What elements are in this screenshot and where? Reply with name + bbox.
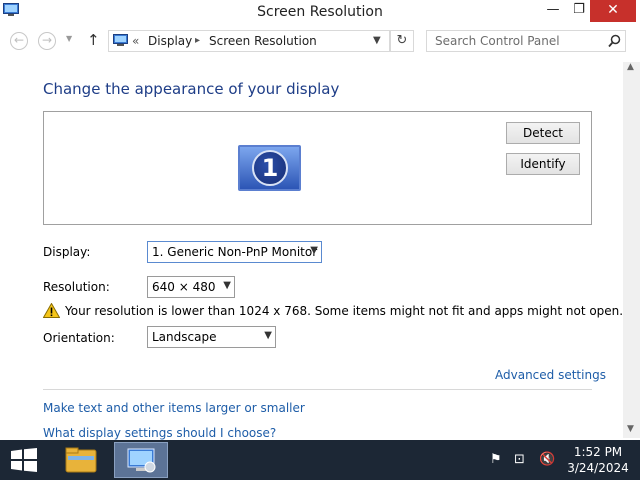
back-arrow-icon[interactable]: ← xyxy=(10,32,28,50)
control-panel-icon xyxy=(127,448,156,473)
recent-locations-icon[interactable]: ▼ xyxy=(66,34,72,43)
navigation-bar: ← → ▼ ↑ « Display ▸ Screen Resolution ▼ … xyxy=(0,28,640,54)
advanced-settings-link[interactable]: Advanced settings xyxy=(495,368,606,382)
display-help-link[interactable]: What display settings should I choose? xyxy=(43,426,276,440)
divider xyxy=(43,389,592,390)
minimize-button[interactable]: — xyxy=(540,0,566,22)
file-explorer-taskbar-button[interactable] xyxy=(54,442,108,478)
volume-muted-icon[interactable]: 🔇 xyxy=(539,452,555,467)
scroll-down-icon[interactable]: ▼ xyxy=(627,424,634,434)
start-button-icon[interactable] xyxy=(10,448,38,472)
identify-button[interactable]: Identify xyxy=(506,153,580,175)
forward-arrow-icon[interactable]: → xyxy=(38,32,56,50)
search-input[interactable]: Search Control Panel xyxy=(435,34,560,48)
chevron-down-icon: ▼ xyxy=(223,280,231,291)
scroll-up-icon[interactable]: ▲ xyxy=(627,62,634,72)
refresh-icon[interactable]: ↻ xyxy=(390,30,414,52)
display-select-value: 1. Generic Non-PnP Monitor xyxy=(152,245,318,259)
chevron-down-icon: ▼ xyxy=(264,330,272,341)
title-bar: Screen Resolution — ❐ ✕ xyxy=(0,0,640,24)
chevron-down-icon: ▼ xyxy=(310,245,318,256)
display-preview: 1 Detect Identify xyxy=(43,111,592,225)
resolution-select[interactable]: 640 × 480 ▼ xyxy=(147,276,235,298)
search-icon[interactable] xyxy=(608,34,621,48)
clock-date: 3/24/2024 xyxy=(567,461,629,475)
orientation-select[interactable]: Landscape ▼ xyxy=(147,326,276,348)
action-center-flag-icon[interactable]: ⚑ xyxy=(490,452,502,467)
display-select[interactable]: 1. Generic Non-PnP Monitor ▼ xyxy=(147,241,322,263)
main-content: Change the appearance of your display 1 … xyxy=(0,58,640,440)
detect-button[interactable]: Detect xyxy=(506,122,580,144)
taskbar-clock[interactable]: 1:52 PM 3/24/2024 xyxy=(566,444,630,476)
address-bar[interactable]: « Display ▸ Screen Resolution ▼ xyxy=(108,30,390,52)
orientation-label: Orientation: xyxy=(43,331,115,345)
monitor-number: 1 xyxy=(261,154,279,182)
display-label: Display: xyxy=(43,245,91,259)
breadcrumb-overflow[interactable]: « xyxy=(132,34,139,48)
search-box[interactable]: Search Control Panel xyxy=(426,30,626,52)
vertical-scrollbar[interactable]: ▲ ▼ xyxy=(623,62,640,438)
taskbar: ⚑ ⊡ 🔇 1:52 PM 3/24/2024 xyxy=(0,440,640,480)
network-icon[interactable]: ⊡ xyxy=(514,452,525,467)
breadcrumb-separator-icon[interactable]: ▸ xyxy=(195,35,200,46)
breadcrumb-screen-resolution[interactable]: Screen Resolution xyxy=(209,34,317,48)
warning-text: Your resolution is lower than 1024 x 768… xyxy=(65,304,624,318)
control-panel-taskbar-button[interactable] xyxy=(114,442,168,478)
monitor-icon[interactable]: 1 xyxy=(238,145,301,191)
resolution-label: Resolution: xyxy=(43,280,110,294)
page-title: Change the appearance of your display xyxy=(43,80,340,98)
maximize-button[interactable]: ❐ xyxy=(566,0,592,22)
text-size-link[interactable]: Make text and other items larger or smal… xyxy=(43,401,305,415)
clock-time: 1:52 PM xyxy=(573,445,623,459)
control-panel-icon xyxy=(113,34,128,46)
close-button[interactable]: ✕ xyxy=(590,0,636,22)
orientation-select-value: Landscape xyxy=(152,330,217,344)
monitor-badge: 1 xyxy=(252,150,288,186)
up-arrow-icon[interactable]: ↑ xyxy=(87,31,100,49)
resolution-select-value: 640 × 480 xyxy=(152,280,216,294)
file-explorer-icon xyxy=(65,447,97,473)
warning-icon xyxy=(43,303,60,318)
breadcrumb-display[interactable]: Display xyxy=(148,34,192,48)
address-dropdown-icon[interactable]: ▼ xyxy=(373,35,381,46)
